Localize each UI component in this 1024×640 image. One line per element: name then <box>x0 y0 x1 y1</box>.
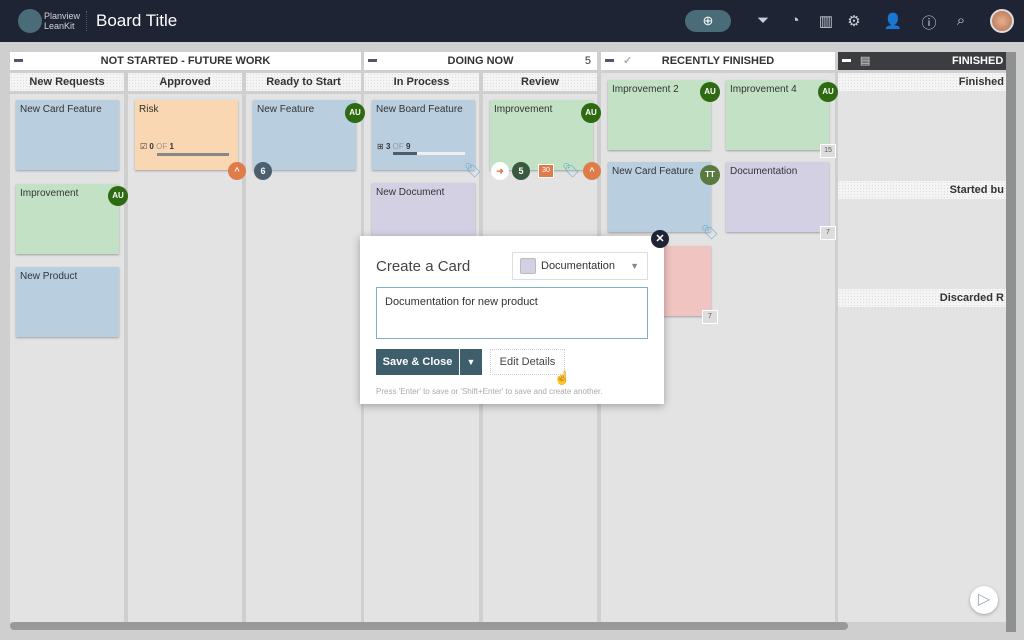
save-options-dropdown[interactable]: ▼ <box>460 349 482 375</box>
invite-user-icon[interactable]: 👤 <box>883 12 903 30</box>
assignee-avatar[interactable]: AU <box>345 103 365 123</box>
lane-title: DOING NOW <box>447 55 514 67</box>
card-type-value: Documentation <box>541 260 615 272</box>
column-header-in-process[interactable]: In Process <box>364 73 479 91</box>
info-icon[interactable]: ⓘ <box>919 12 939 33</box>
collapse-icon[interactable] <box>14 59 23 62</box>
sublane-started[interactable]: Started bu <box>838 181 1006 199</box>
progress-bar <box>157 153 229 156</box>
child-count-badge[interactable]: 5 <box>512 162 530 180</box>
wip-limit: 5 <box>584 55 591 67</box>
checklist-progress: ☑ 0 OF 1 <box>140 142 174 151</box>
priority-high-icon[interactable]: ^ <box>583 162 601 180</box>
card[interactable]: Improvement 4 <box>726 80 829 150</box>
create-card-dialog: Create a Card Documentation ▼ Documentat… <box>360 236 664 404</box>
add-card-button[interactable]: ⊕ <box>685 10 731 32</box>
brand-line1: Planview <box>44 11 81 21</box>
chevron-down-icon: ▼ <box>466 357 476 367</box>
assignee-avatar[interactable]: TT <box>700 165 720 185</box>
collapse-icon[interactable] <box>605 59 614 62</box>
blocked-arrow-icon[interactable]: ➜ <box>491 162 509 180</box>
user-avatar[interactable] <box>990 9 1014 33</box>
column-approved <box>128 94 242 622</box>
checkbox-icon: ☑ <box>140 142 148 151</box>
lane-header-finished[interactable]: ▤ FINISHED - <box>838 52 1014 70</box>
board-title[interactable]: Board Title <box>96 11 177 31</box>
card[interactable]: Improvement <box>16 184 119 254</box>
top-bar: Planview LeanKit Board Title ⊕ ⏷ ◔ ▥ ⚙ 👤 … <box>0 0 1024 42</box>
column-header-new-requests[interactable]: New Requests <box>10 73 124 91</box>
add-card-icon: ⊕ <box>702 13 714 28</box>
tag-icon[interactable]: 🏷 <box>562 162 580 179</box>
due-date-calendar-icon[interactable]: 7 <box>820 226 836 240</box>
tag-icon[interactable]: 🏷 <box>464 162 482 179</box>
type-color-swatch <box>520 258 536 274</box>
assignee-avatar[interactable]: AU <box>581 103 601 123</box>
brand-line2: LeanKit <box>44 21 75 31</box>
chevron-down-icon: ▼ <box>630 261 639 271</box>
card[interactable]: Improvement <box>490 100 593 170</box>
card[interactable]: Risk ☑ 0 OF 1 <box>135 100 238 170</box>
lane-header-recently-finished[interactable]: ✓ RECENTLY FINISHED <box>601 52 835 70</box>
assignee-avatar[interactable]: AU <box>108 186 128 206</box>
filter-icon[interactable]: ⏷ <box>753 12 773 29</box>
card-title: Risk <box>139 104 159 115</box>
card[interactable]: New Product <box>16 267 119 337</box>
archive-icon: ▤ <box>860 55 871 67</box>
due-date-calendar-icon[interactable]: 30 <box>538 164 554 178</box>
assignee-avatar[interactable]: AU <box>700 82 720 102</box>
analytics-icon[interactable]: ▥ <box>816 12 836 30</box>
children-progress: ⊞ 3 OF 9 <box>377 142 411 151</box>
divider <box>86 11 87 31</box>
card[interactable]: New Feature <box>253 100 356 170</box>
card[interactable]: Documentation <box>726 162 829 232</box>
tag-icon[interactable]: 🏷 <box>701 224 719 241</box>
close-icon[interactable]: ✕ <box>651 230 669 248</box>
column-header-ready[interactable]: Ready to Start <box>246 73 361 91</box>
column-header-review[interactable]: Review <box>483 73 597 91</box>
pointer-cursor-icon: ☝ <box>554 370 571 385</box>
card-title: Improvement <box>20 188 79 199</box>
card[interactable]: New Card Feature <box>608 162 711 232</box>
hierarchy-icon: ⊞ <box>377 142 384 151</box>
card[interactable]: Improvement 2 <box>608 80 711 150</box>
lane-title: FINISHED - <box>951 55 1010 67</box>
vertical-scrollbar[interactable] <box>1006 52 1016 632</box>
horizontal-scrollbar[interactable] <box>10 622 848 630</box>
help-launcher-icon[interactable]: ▷ <box>970 586 998 614</box>
card-title: New Board Feature <box>376 104 463 115</box>
column-finished <box>838 73 1006 622</box>
save-close-button[interactable]: Save & Close <box>376 349 459 375</box>
sublane-finished[interactable]: Finished <box>838 73 1006 91</box>
column-new-requests <box>10 94 124 622</box>
collapse-icon[interactable] <box>842 59 851 62</box>
check-icon: ✓ <box>623 55 633 67</box>
dialog-title: Create a Card <box>376 258 471 275</box>
column-header-approved[interactable]: Approved <box>128 73 242 91</box>
lane-header-not-started[interactable]: NOT STARTED - FUTURE WORK <box>10 52 361 70</box>
lane-header-doing-now[interactable]: DOING NOW 5 <box>364 52 597 70</box>
child-count-badge[interactable]: 6 <box>254 162 272 180</box>
lane-title: RECENTLY FINISHED <box>661 55 775 67</box>
card-title-input[interactable]: Documentation for new product <box>376 287 648 339</box>
sublane-discarded[interactable]: Discarded R <box>838 289 1006 307</box>
search-icon[interactable]: ⌕ <box>951 12 971 29</box>
card[interactable]: New Card Feature <box>16 100 119 170</box>
keyboard-hint: Press 'Enter' to save or 'Shift+Enter' t… <box>376 387 603 396</box>
progress-bar <box>393 152 465 155</box>
lane-title: NOT STARTED - FUTURE WORK <box>100 55 271 67</box>
timeline-icon[interactable]: ◔ <box>785 12 805 29</box>
priority-high-icon[interactable]: ^ <box>228 162 246 180</box>
due-date-calendar-icon[interactable]: 7 <box>702 310 718 324</box>
settings-icon[interactable]: ⚙ <box>844 12 864 30</box>
assignee-avatar[interactable]: AU <box>818 82 838 102</box>
collapse-icon[interactable] <box>368 59 377 62</box>
leankit-logo[interactable] <box>18 9 42 33</box>
card-type-select[interactable]: Documentation ▼ <box>512 252 648 280</box>
due-date-calendar-icon[interactable]: 15 <box>820 144 836 158</box>
brand-name: Planview LeanKit <box>44 11 80 31</box>
card[interactable]: New Board Feature ⊞ 3 OF 9 <box>372 100 475 170</box>
